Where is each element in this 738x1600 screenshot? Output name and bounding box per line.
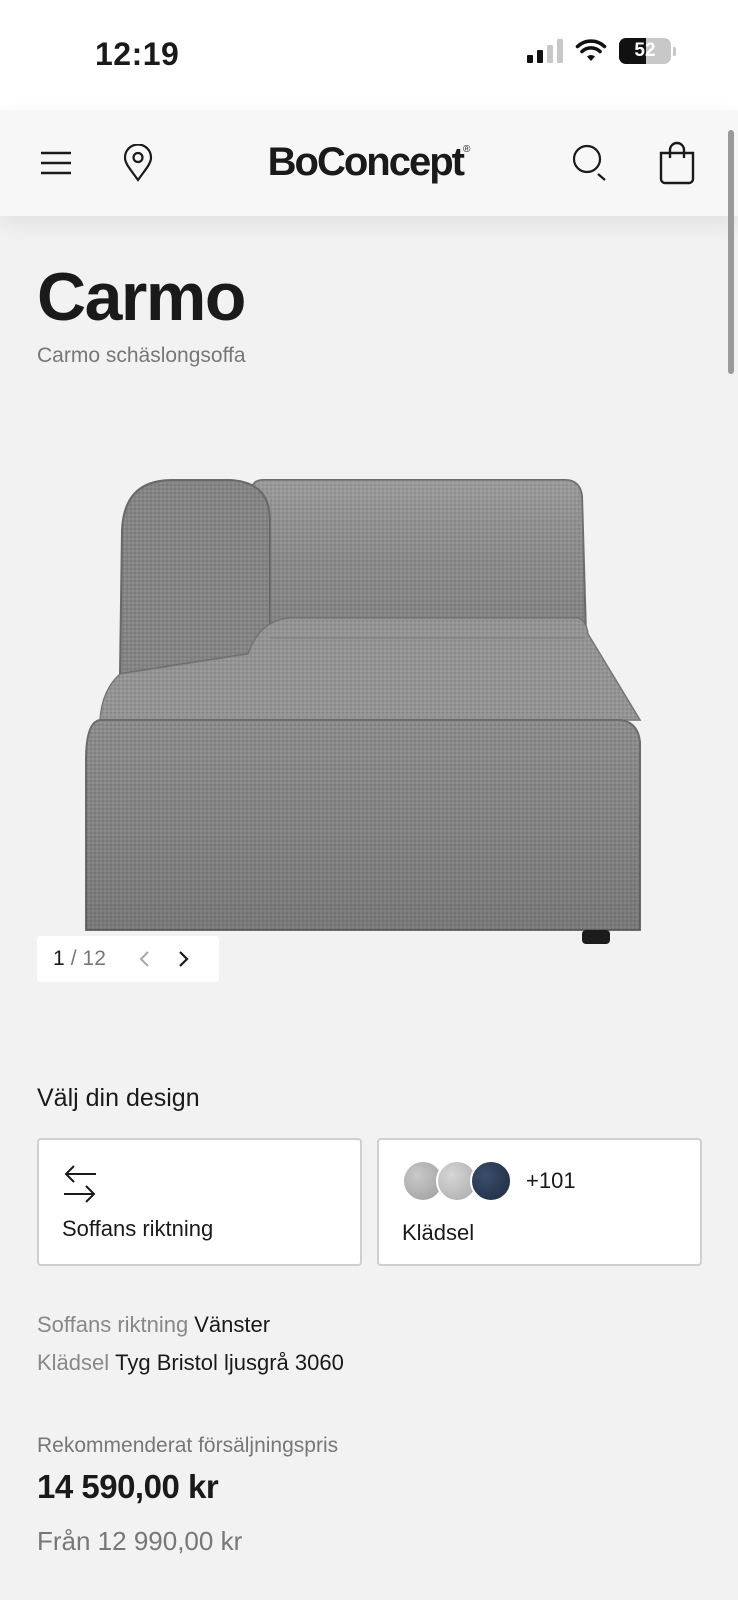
- selected-direction-key: Soffans riktning: [37, 1312, 189, 1337]
- location-pin-icon: [123, 144, 153, 182]
- pager-total: 12: [82, 947, 106, 970]
- sofa-direction-card[interactable]: Soffans riktning: [37, 1138, 362, 1266]
- menu-icon: [41, 151, 71, 175]
- selected-upholstery: Klädsel Tyg Bristol ljusgrå 3060: [37, 1350, 344, 1376]
- battery-cap: [673, 46, 676, 56]
- cart-button[interactable]: [652, 138, 702, 188]
- design-heading: Välj din design: [37, 1084, 200, 1112]
- upholstery-card[interactable]: +101 Klädsel: [377, 1138, 702, 1266]
- cellular-signal-icon: [527, 39, 563, 63]
- swatch-navy: [470, 1160, 512, 1202]
- chevron-left-icon: [139, 951, 149, 967]
- pager-separator: /: [70, 947, 77, 970]
- image-pager: 1 / 12: [37, 936, 219, 982]
- chevron-right-icon: [179, 951, 189, 967]
- price-value: 14 590,00 kr: [37, 1468, 219, 1505]
- selected-upholstery-key: Klädsel: [37, 1350, 110, 1375]
- previous-image-button[interactable]: [131, 946, 157, 972]
- brand-logo[interactable]: BoConcept®: [268, 140, 471, 185]
- battery-level: 52: [634, 40, 656, 61]
- product-title: Carmo: [37, 259, 246, 335]
- search-icon: [572, 144, 606, 181]
- status-icons: 52: [527, 38, 676, 64]
- product-image[interactable]: [80, 470, 660, 970]
- menu-button[interactable]: [31, 138, 81, 188]
- status-bar: 12:19 52: [0, 0, 738, 110]
- pager-current: 1: [53, 947, 65, 970]
- search-button[interactable]: [566, 138, 616, 188]
- selected-upholstery-value: Tyg Bristol ljusgrå 3060: [115, 1350, 344, 1375]
- store-locator-button[interactable]: [113, 138, 163, 188]
- upholstery-more-count: +101: [526, 1168, 576, 1193]
- page-scrollbar[interactable]: [728, 130, 734, 374]
- next-image-button[interactable]: [171, 946, 197, 972]
- price-from: Från 12 990,00 kr: [37, 1526, 243, 1556]
- upholstery-label: Klädsel: [402, 1220, 475, 1245]
- site-header: BoConcept®: [0, 110, 738, 216]
- sofa-leg: [582, 930, 610, 944]
- wifi-icon: [575, 39, 607, 61]
- price-label: Rekommenderat försäljningspris: [37, 1434, 339, 1457]
- upholstery-swatches: +101: [402, 1160, 576, 1202]
- swap-arrows-icon: [64, 1165, 96, 1203]
- product-subtitle: Carmo schäslongsoffa: [37, 344, 246, 367]
- sofa-direction-label: Soffans riktning: [62, 1216, 214, 1241]
- selected-direction-value: Vänster: [194, 1312, 271, 1337]
- selected-direction: Soffans riktning Vänster: [37, 1312, 270, 1338]
- battery-icon: 52: [619, 38, 671, 64]
- status-time: 12:19: [95, 36, 180, 72]
- shopping-bag-icon: [659, 141, 695, 185]
